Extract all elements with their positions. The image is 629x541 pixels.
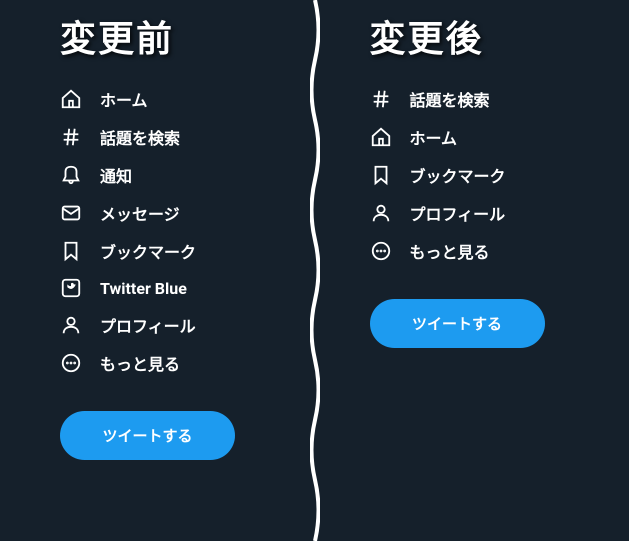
- nav-item-messages[interactable]: メッセージ: [60, 201, 290, 225]
- tweet-button[interactable]: ツイートする: [370, 299, 545, 348]
- nav-label: もっと見る: [100, 351, 180, 375]
- home-icon: [60, 88, 82, 110]
- nav-label: 通知: [100, 163, 132, 187]
- nav-label: ホーム: [410, 125, 458, 149]
- nav-label: ホーム: [100, 87, 148, 111]
- nav-label: 話題を検索: [100, 125, 180, 149]
- nav-item-more[interactable]: もっと見る: [60, 351, 290, 375]
- nav-item-explore[interactable]: 話題を検索: [370, 87, 600, 111]
- nav-item-twitter-blue[interactable]: Twitter Blue: [60, 277, 290, 299]
- mail-icon: [60, 202, 82, 224]
- after-title: 変更後: [370, 10, 600, 62]
- nav-item-bookmarks[interactable]: ブックマーク: [60, 239, 290, 263]
- nav-label: プロフィール: [410, 201, 506, 225]
- profile-icon: [60, 314, 82, 336]
- nav-item-more[interactable]: もっと見る: [370, 239, 600, 263]
- nav-label: 話題を検索: [410, 87, 490, 111]
- hash-icon: [370, 88, 392, 110]
- nav-label: プロフィール: [100, 313, 196, 337]
- home-icon: [370, 126, 392, 148]
- hash-icon: [60, 126, 82, 148]
- bookmark-icon: [370, 164, 392, 186]
- after-column: 変更後 話題を検索 ホーム ブックマーク プロフィール: [320, 0, 629, 541]
- nav-item-bookmarks[interactable]: ブックマーク: [370, 163, 600, 187]
- twitter-blue-icon: [60, 277, 82, 299]
- before-column: 変更前 ホーム 話題を検索 通知 メッセージ: [0, 0, 320, 541]
- nav-item-profile[interactable]: プロフィール: [60, 313, 290, 337]
- more-icon: [370, 240, 392, 262]
- nav-label: メッセージ: [100, 201, 180, 225]
- profile-icon: [370, 202, 392, 224]
- nav-label: ブックマーク: [100, 239, 196, 263]
- nav-item-home[interactable]: ホーム: [60, 87, 290, 111]
- tweet-button[interactable]: ツイートする: [60, 411, 235, 460]
- bookmark-icon: [60, 240, 82, 262]
- bell-icon: [60, 164, 82, 186]
- nav-label: Twitter Blue: [100, 279, 187, 298]
- nav-item-profile[interactable]: プロフィール: [370, 201, 600, 225]
- nav-label: ブックマーク: [410, 163, 506, 187]
- nav-label: もっと見る: [410, 239, 490, 263]
- before-title: 変更前: [60, 10, 290, 62]
- more-icon: [60, 352, 82, 374]
- nav-item-notifications[interactable]: 通知: [60, 163, 290, 187]
- nav-item-explore[interactable]: 話題を検索: [60, 125, 290, 149]
- nav-item-home[interactable]: ホーム: [370, 125, 600, 149]
